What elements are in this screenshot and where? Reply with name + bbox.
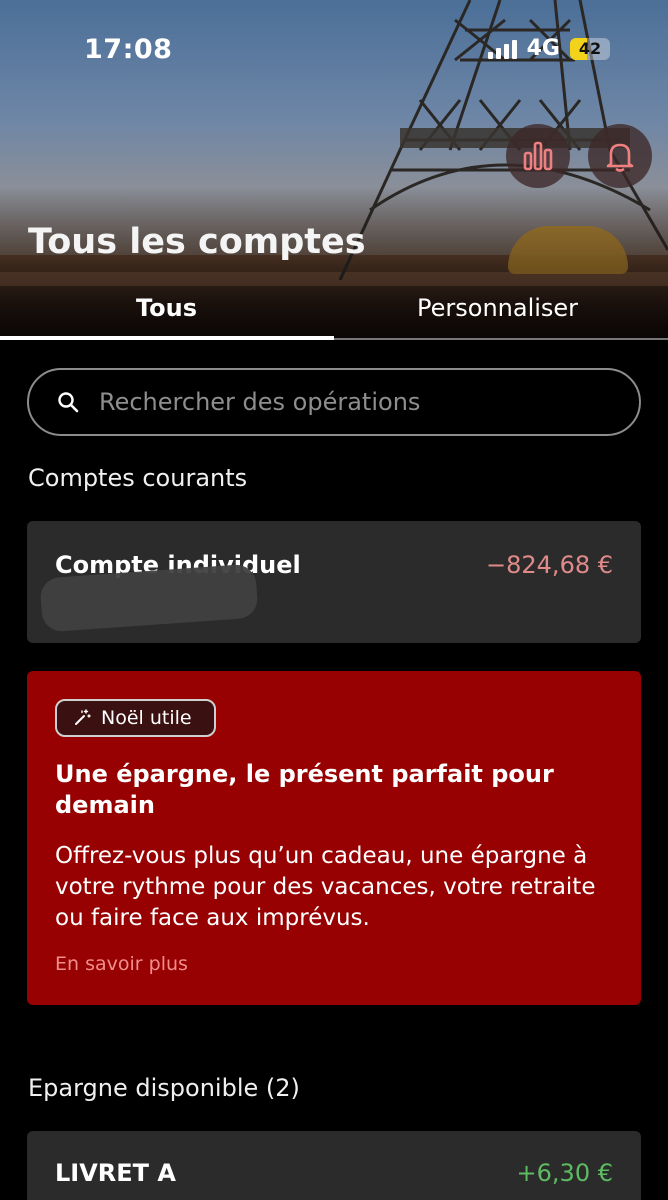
- account-name: LIVRET A: [55, 1159, 176, 1187]
- promo-tag-label: Noël utile: [101, 707, 192, 729]
- search-input[interactable]: Rechercher des opérations: [27, 368, 641, 436]
- account-card-current[interactable]: Compte individuel −824,68 €: [27, 521, 641, 643]
- account-balance: +6,30 €: [516, 1159, 613, 1187]
- magic-wand-icon: [75, 709, 91, 725]
- promo-learn-more-link[interactable]: En savoir plus: [55, 953, 188, 975]
- section-title-savings: Epargne disponible (2): [28, 1074, 300, 1102]
- network-type: 4G: [526, 36, 560, 61]
- promo-title: Une épargne, le présent parfait pour dem…: [55, 760, 554, 819]
- promo-card[interactable]: Noël utile Une épargne, le présent parfa…: [27, 671, 641, 1005]
- bar-chart-icon: [523, 141, 553, 171]
- statistics-button[interactable]: [506, 124, 570, 188]
- tab-personnaliser[interactable]: Personnaliser: [417, 294, 578, 322]
- search-placeholder: Rechercher des opérations: [99, 388, 421, 416]
- section-title-current: Comptes courants: [28, 464, 248, 492]
- promo-body: Offrez-vous plus qu’un cadeau, une éparg…: [55, 843, 596, 931]
- status-icons: 4G 42: [487, 36, 610, 61]
- bell-icon: [606, 143, 634, 172]
- tab-active-indicator: [0, 336, 334, 340]
- account-balance: −824,68 €: [486, 551, 613, 579]
- tab-tous[interactable]: Tous: [136, 294, 197, 322]
- tab-bar: Tous Personnaliser: [0, 284, 668, 340]
- battery-icon: 42: [570, 37, 610, 60]
- search-icon: [57, 389, 83, 415]
- account-card-savings[interactable]: LIVRET A +6,30 €: [27, 1131, 641, 1200]
- signal-icon: [487, 39, 517, 59]
- page-title: Tous les comptes: [28, 222, 366, 262]
- notifications-button[interactable]: [588, 124, 652, 188]
- status-time: 17:08: [84, 34, 173, 65]
- promo-tag: Noël utile: [55, 699, 216, 737]
- battery-level: 42: [578, 39, 602, 58]
